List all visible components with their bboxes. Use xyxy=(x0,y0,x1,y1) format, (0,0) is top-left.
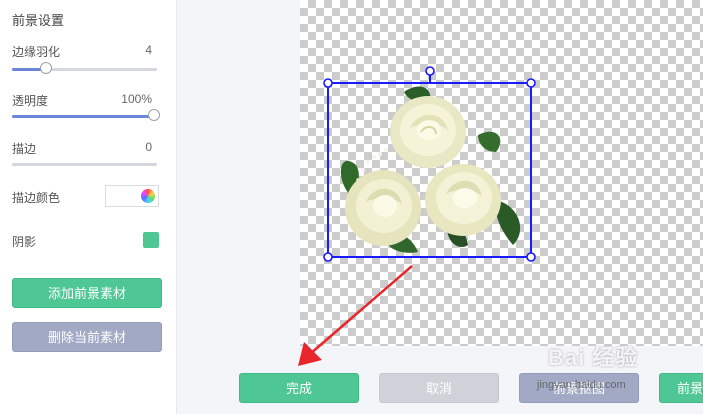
opacity-value: 100% xyxy=(121,92,152,106)
shadow-label: 阴影 xyxy=(12,235,37,249)
add-foreground-button[interactable]: 添加前景素材 xyxy=(12,278,162,308)
panel-title: 前景设置 xyxy=(12,13,65,28)
rotate-handle-icon xyxy=(425,66,435,76)
resize-handle-icon xyxy=(526,252,536,262)
opacity-slider-fill xyxy=(12,115,157,118)
baidu-watermark-url: jingyan.baidu.com xyxy=(537,379,626,391)
opacity-slider[interactable] xyxy=(12,109,160,123)
stroke-color-picker[interactable] xyxy=(105,185,159,207)
feather-label: 边缘羽化 xyxy=(12,45,61,59)
color-wheel-icon[interactable] xyxy=(141,189,155,203)
stroke-slider[interactable] xyxy=(12,157,157,171)
feather-slider[interactable] xyxy=(12,62,157,76)
stroke-label: 描边 xyxy=(12,142,37,156)
stroke-value: 0 xyxy=(145,140,152,154)
foreground-settings-panel: 前景设置 边缘羽化 4 透明度 100% 描边 0 描边颜色 阴影 添加前景素材… xyxy=(0,0,177,414)
stroke-color-label: 描边颜色 xyxy=(12,191,61,205)
baidu-watermark: Bai 经验 xyxy=(548,345,639,370)
shadow-toggle[interactable] xyxy=(143,232,159,248)
resize-handle-icon xyxy=(526,78,536,88)
feather-value: 4 xyxy=(145,43,152,57)
foreground-button[interactable]: 前景 xyxy=(659,373,703,403)
cancel-button[interactable]: 取消 xyxy=(379,373,499,403)
red-arrow-icon xyxy=(298,265,413,366)
selection-frame[interactable] xyxy=(323,64,537,264)
feather-slider-thumb[interactable] xyxy=(39,62,52,74)
resize-handle-icon xyxy=(323,78,333,88)
opacity-slider-thumb[interactable] xyxy=(148,109,160,121)
done-button[interactable]: 完成 xyxy=(239,373,359,403)
stroke-slider-track xyxy=(12,163,157,166)
opacity-label: 透明度 xyxy=(12,94,49,108)
delete-current-button[interactable]: 删除当前素材 xyxy=(12,322,162,352)
